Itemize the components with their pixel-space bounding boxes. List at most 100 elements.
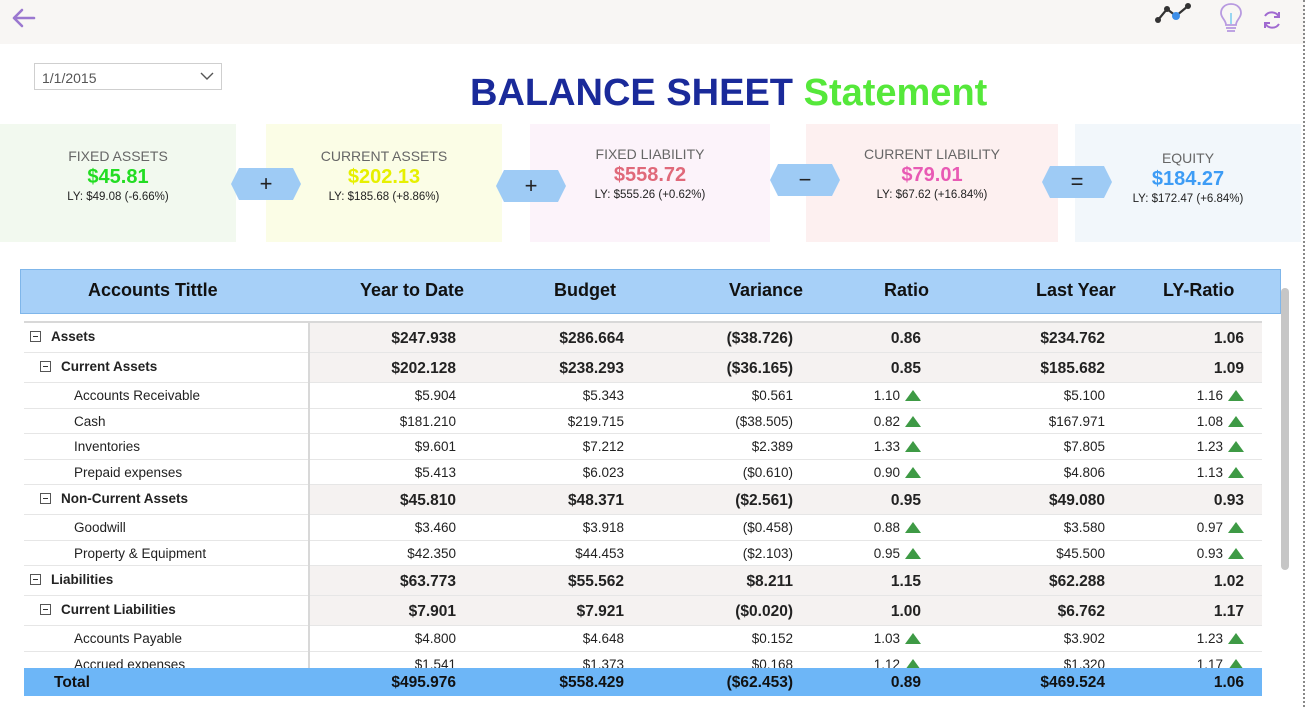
column-header-variance[interactable]: Variance <box>729 280 803 301</box>
cell-ytd: $202.128 <box>391 360 456 378</box>
cell-ly-ratio-value: 0.97 <box>1196 520 1223 535</box>
table-group-row[interactable]: Non-Current Assets $45.810 $48.371 ($2.561)… <box>24 485 1262 515</box>
kpi-last-year: LY: $185.68 (+8.86%) <box>328 191 440 203</box>
cell-budget: $55.562 <box>568 573 624 591</box>
column-header-ly-ratio[interactable]: LY-Ratio <box>1163 280 1234 301</box>
cell-ratio-value: 0.82 <box>873 413 900 429</box>
cell-last-year: $167.971 <box>1049 414 1105 429</box>
total-last-year: $469.524 <box>1040 674 1105 691</box>
account-name: Non-Current Assets <box>40 491 188 506</box>
cell-last-year-value: $6.762 <box>1057 603 1105 620</box>
total-ratio: 0.89 <box>890 674 921 691</box>
cell-ratio: 1.15 <box>891 573 921 591</box>
cell-ly-ratio: 1.06 <box>1214 330 1244 348</box>
column-header-account[interactable]: Accounts Tittle <box>88 280 218 301</box>
kpi-card-fixed-assets: FIXED ASSETS $45.81 LY: $49.08 (-6.66%) <box>0 124 236 242</box>
column-header-last-year[interactable]: Last Year <box>1036 280 1116 301</box>
collapse-toggle-icon[interactable] <box>40 603 51 615</box>
page-title: BALANCE SHEET Statement <box>470 72 987 115</box>
cell-variance-value: ($36.165) <box>726 360 793 377</box>
table-group-row[interactable]: Liabilities $63.773 $55.562 $8.211 1.15 $62.2… <box>24 566 1262 596</box>
cell-ytd-value: $63.773 <box>399 573 456 590</box>
kpi-last-year: LY: $555.26 (+0.62%) <box>594 189 706 201</box>
collapse-toggle-icon[interactable] <box>30 330 41 342</box>
total-ytd: $495.976 <box>391 674 456 691</box>
table-row[interactable]: Cash $181.210 $219.715 ($38.505) 0.82 $167.97… <box>24 409 1262 434</box>
account-name: Accounts Receivable <box>74 388 200 403</box>
line-chart-icon[interactable] <box>1154 0 1196 33</box>
cell-ly-ratio: 1.09 <box>1214 360 1244 378</box>
table-row[interactable]: Inventories $9.601 $7.212 $2.389 1.33 $7.805 1… <box>24 434 1262 460</box>
cell-ly-ratio: 0.93 <box>1197 546 1244 561</box>
cell-ytd: $63.773 <box>400 573 456 591</box>
cell-ly-ratio-value: 1.02 <box>1213 573 1244 590</box>
table-group-row[interactable]: Current Assets $202.128 $238.293 ($36.165) 0… <box>24 353 1262 383</box>
table-row[interactable]: Accounts Payable $4.800 $4.648 $0.152 1.03 $3… <box>24 626 1262 652</box>
account-label: Goodwill <box>74 520 126 535</box>
cell-last-year-value: $49.080 <box>1048 492 1105 509</box>
cell-ly-ratio: 1.16 <box>1197 388 1244 403</box>
lightbulb-icon[interactable] <box>1216 0 1246 39</box>
table-row[interactable]: Goodwill $3.460 $3.918 ($0.458) 0.88 $3.580 0.… <box>24 515 1262 541</box>
cell-variance-value: ($2.561) <box>735 492 793 509</box>
up-triangle-icon <box>905 547 921 559</box>
up-triangle-icon <box>1228 415 1244 427</box>
table-group-row[interactable]: Assets $247.938 $286.664 ($38.726) 0.86 $234.… <box>24 323 1262 353</box>
cell-budget: $286.664 <box>559 330 624 348</box>
title-part2: Statement <box>803 72 988 114</box>
cell-ly-ratio: 1.23 <box>1197 631 1244 646</box>
cell-budget: $3.918 <box>583 520 624 535</box>
cell-last-year: $45.500 <box>1056 546 1105 561</box>
collapse-toggle-icon[interactable] <box>40 360 51 372</box>
collapse-toggle-icon[interactable] <box>40 492 51 504</box>
cell-ly-ratio: 1.13 <box>1197 465 1244 480</box>
cell-ytd: $42.350 <box>407 546 456 561</box>
table-row[interactable]: Prepaid expenses $5.413 $6.023 ($0.610) 0.90… <box>24 460 1262 485</box>
kpi-value: $558.72 <box>613 164 687 186</box>
cell-ratio: 0.95 <box>891 492 921 510</box>
refresh-icon[interactable] <box>1260 8 1284 37</box>
top-bar <box>0 0 1305 44</box>
cell-ly-ratio-value: 0.93 <box>1213 492 1244 509</box>
up-triangle-icon <box>1228 466 1244 478</box>
column-header-budget[interactable]: Budget <box>554 280 616 301</box>
cell-last-year-value: $45.500 <box>1056 545 1105 561</box>
column-header-ratio[interactable]: Ratio <box>884 280 929 301</box>
back-arrow-icon[interactable] <box>10 6 36 30</box>
cell-budget: $5.343 <box>583 388 624 403</box>
table-row[interactable]: Property & Equipment $42.350 $44.453 ($2.10… <box>24 541 1262 566</box>
table-row[interactable]: Accounts Receivable $5.904 $5.343 $0.561 1.1… <box>24 383 1262 409</box>
cell-ytd-value: $7.901 <box>408 603 456 620</box>
kpi-label: FIXED ASSETS <box>68 148 168 164</box>
cell-ly-ratio-value: 1.13 <box>1196 464 1223 480</box>
cell-variance: ($38.505) <box>735 414 793 429</box>
cell-ly-ratio-value: 1.16 <box>1196 388 1223 403</box>
cell-last-year-value: $7.805 <box>1063 439 1105 454</box>
account-label: Cash <box>74 413 106 429</box>
table-row[interactable]: Accrued expenses $1.541 $1.373 $0.168 1.12 $1… <box>24 652 1262 669</box>
account-name: Inventories <box>74 439 140 454</box>
cell-ratio-value: 1.15 <box>890 573 921 590</box>
account-label: Current Liabilities <box>61 602 176 617</box>
date-filter-dropdown[interactable]: 1/1/2015 <box>34 63 222 90</box>
column-header-ytd[interactable]: Year to Date <box>360 280 464 301</box>
cell-ytd-value: $9.601 <box>414 439 456 454</box>
account-label: Inventories <box>74 439 141 454</box>
cell-ratio-value: 1.03 <box>873 631 900 646</box>
cell-ytd-value: $5.413 <box>414 464 456 480</box>
cell-budget-value: $286.664 <box>559 330 624 347</box>
vertical-scrollbar[interactable] <box>1281 288 1289 570</box>
cell-budget-value: $7.212 <box>582 439 624 454</box>
cell-ytd: $45.810 <box>400 492 456 510</box>
total-ly-ratio: 1.06 <box>1213 674 1244 691</box>
cell-ratio-value: 1.00 <box>890 603 921 620</box>
collapse-toggle-icon[interactable] <box>30 573 41 585</box>
cell-variance: $2.389 <box>752 439 793 454</box>
cell-ratio: 0.82 <box>874 414 921 429</box>
cell-ytd: $4.800 <box>415 631 456 646</box>
cell-variance: ($2.103) <box>743 546 793 561</box>
table-group-row[interactable]: Current Liabilities $7.901 $7.921 ($0.020) 1… <box>24 596 1262 626</box>
up-triangle-icon <box>905 633 921 644</box>
cell-budget: $4.648 <box>583 631 624 646</box>
up-triangle-icon <box>905 390 921 401</box>
